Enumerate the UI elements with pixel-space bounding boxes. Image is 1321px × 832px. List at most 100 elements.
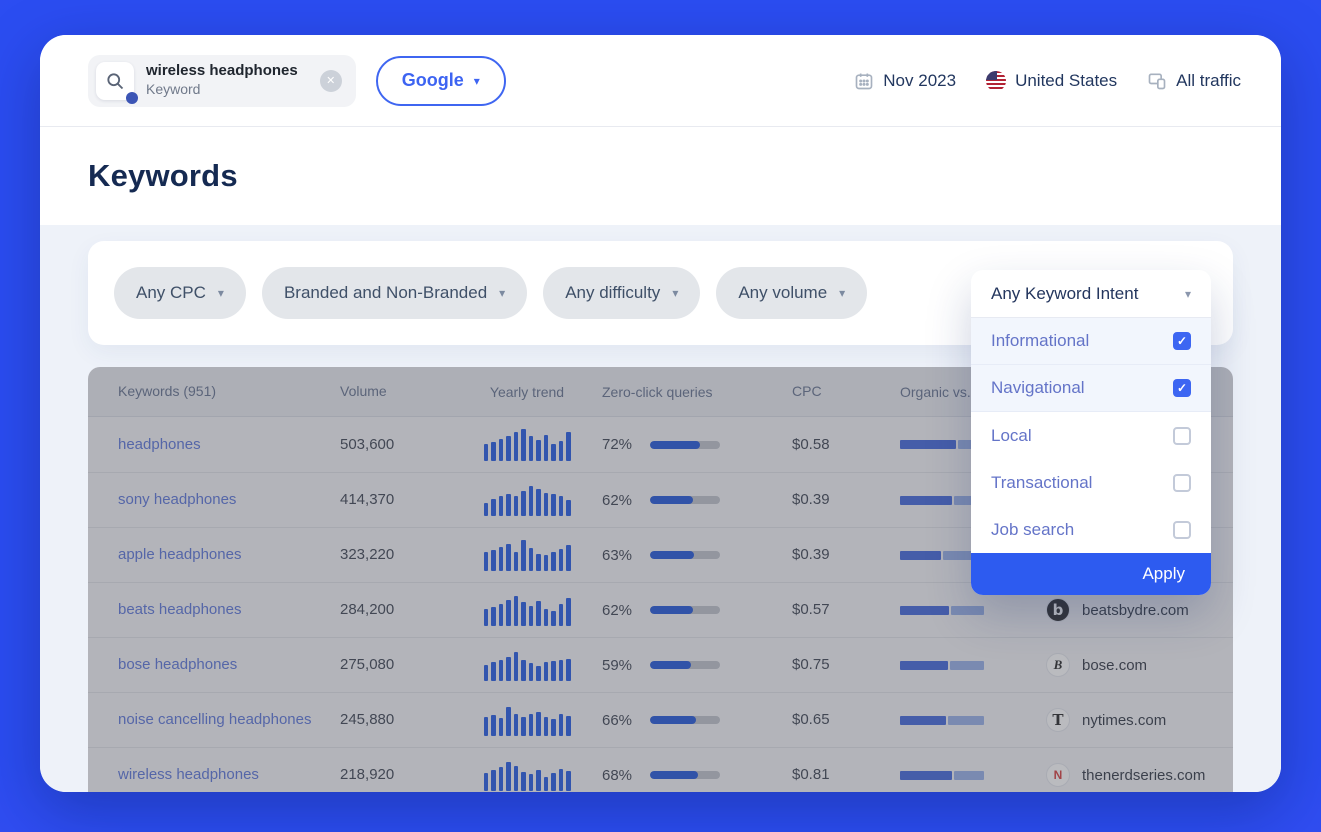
country-selector[interactable]: United States xyxy=(986,71,1117,91)
trend-chart xyxy=(484,594,571,626)
trend-bar xyxy=(484,444,489,461)
intent-option-label: Navigational xyxy=(991,378,1085,398)
trend-bar xyxy=(499,439,504,460)
search-query-value[interactable]: wireless headphones xyxy=(146,62,298,81)
checkbox[interactable] xyxy=(1173,521,1191,539)
chevron-down-icon: ▾ xyxy=(474,74,480,88)
site-label[interactable]: bose.com xyxy=(1082,657,1147,674)
keyword-link[interactable]: headphones xyxy=(118,436,201,453)
checkbox[interactable] xyxy=(1173,427,1191,445)
trend-bar xyxy=(499,604,504,626)
organic-segment xyxy=(900,496,952,505)
keyword-link[interactable]: beats headphones xyxy=(118,601,241,618)
trend-bar xyxy=(491,662,496,681)
keyword-link[interactable]: sony headphones xyxy=(118,491,236,508)
table-header-cell: CPC xyxy=(792,383,900,401)
zero-click-value: 72% xyxy=(602,436,642,453)
organic-segment xyxy=(900,440,956,449)
beats-logo: b xyxy=(1046,598,1070,622)
trend-bar xyxy=(536,712,541,736)
paid-segment xyxy=(950,661,984,670)
volume-value: 284,200 xyxy=(340,601,394,618)
trend-bar xyxy=(566,432,571,461)
trend-bar xyxy=(484,552,489,571)
title-row: Keywords xyxy=(40,127,1281,225)
filter-pill-any-difficulty[interactable]: Any difficulty▾ xyxy=(543,267,700,319)
trend-bar xyxy=(529,548,534,571)
page-title: Keywords xyxy=(88,158,238,194)
trend-bar xyxy=(484,773,489,791)
keyword-link[interactable]: noise cancelling headphones xyxy=(118,711,311,728)
trend-bar xyxy=(566,500,571,516)
intent-option-informational[interactable]: Informational✓ xyxy=(971,318,1211,365)
intent-option-transactional[interactable]: Transactional xyxy=(971,459,1211,506)
intent-option-local[interactable]: Local xyxy=(971,412,1211,459)
trend-bar xyxy=(559,769,564,791)
keyword-link[interactable]: bose headphones xyxy=(118,656,237,673)
intent-option-job-search[interactable]: Job search xyxy=(971,506,1211,553)
trend-bar xyxy=(536,666,541,681)
search-engine-selector[interactable]: Google ▾ xyxy=(376,56,506,106)
zero-click-bar xyxy=(650,771,720,779)
intent-option-navigational[interactable]: Navigational ✓ xyxy=(971,365,1211,412)
trend-bar xyxy=(566,598,571,626)
trend-bar xyxy=(514,652,519,681)
trend-bar xyxy=(499,660,504,681)
keyword-search-box[interactable]: wireless headphones Keyword ✕ xyxy=(88,55,356,107)
trend-bar xyxy=(499,718,504,736)
traffic-selector[interactable]: All traffic xyxy=(1147,71,1241,91)
trend-bar xyxy=(491,442,496,461)
trend-bar xyxy=(544,717,549,736)
checkbox[interactable]: ✓ xyxy=(1173,379,1191,397)
organic-split-bar xyxy=(900,661,984,670)
trend-bar xyxy=(514,496,519,516)
zero-click-bar xyxy=(650,716,720,724)
organic-segment xyxy=(900,606,949,615)
filter-pill-any-volume[interactable]: Any volume▾ xyxy=(716,267,867,319)
header-label: Yearly trend xyxy=(490,384,564,400)
keyword-link[interactable]: wireless headphones xyxy=(118,766,259,783)
trend-bar xyxy=(536,489,541,516)
site-label[interactable]: thenerdseries.com xyxy=(1082,767,1205,784)
filter-pill-branded-and-non-branded[interactable]: Branded and Non-Branded ▾ xyxy=(262,267,527,319)
filter-pill-any-cpc[interactable]: Any CPC▾ xyxy=(114,267,246,319)
topbar-controls: Nov 2023 United States All traffic xyxy=(854,71,1241,91)
trend-chart xyxy=(484,484,571,516)
trend-bar xyxy=(506,600,511,626)
apply-button[interactable]: Apply xyxy=(971,553,1211,595)
trend-bar xyxy=(544,493,549,516)
paid-segment xyxy=(948,716,984,725)
keyword-intent-selector[interactable]: Any Keyword Intent ▾ xyxy=(971,270,1211,318)
trend-bar xyxy=(529,486,534,516)
table-header-cell: Keywords (951) xyxy=(88,383,340,401)
checkbox[interactable]: ✓ xyxy=(1173,332,1191,350)
site-label[interactable]: beatsbydre.com xyxy=(1082,602,1189,619)
trend-bar xyxy=(566,545,571,571)
trend-bar xyxy=(544,777,549,791)
trend-bar xyxy=(521,772,526,791)
chevron-down-icon: ▾ xyxy=(499,286,505,300)
keyword-link[interactable]: apple headphones xyxy=(118,546,241,563)
trend-bar xyxy=(521,717,526,736)
trend-bar xyxy=(559,549,564,571)
trend-bar xyxy=(514,596,519,626)
filter-pill-label: Branded and Non-Branded xyxy=(284,283,487,303)
date-selector[interactable]: Nov 2023 xyxy=(854,71,956,91)
trend-bar xyxy=(529,663,534,681)
clear-search-icon[interactable]: ✕ xyxy=(320,70,342,92)
cpc-value: $0.57 xyxy=(792,601,830,618)
cpc-value: $0.58 xyxy=(792,436,830,453)
trend-bar xyxy=(499,547,504,571)
intent-option-label: Transactional xyxy=(991,473,1092,493)
traffic-label: All traffic xyxy=(1176,71,1241,91)
volume-value: 503,600 xyxy=(340,436,394,453)
checkbox[interactable] xyxy=(1173,474,1191,492)
site-label[interactable]: nytimes.com xyxy=(1082,712,1166,729)
cpc-value: $0.39 xyxy=(792,546,830,563)
cpc-value: $0.39 xyxy=(792,491,830,508)
trend-bar xyxy=(544,609,549,626)
trend-bar xyxy=(559,714,564,736)
filter-pill-label: Any difficulty xyxy=(565,283,660,303)
trend-bar xyxy=(491,770,496,791)
trend-bar xyxy=(559,496,564,516)
